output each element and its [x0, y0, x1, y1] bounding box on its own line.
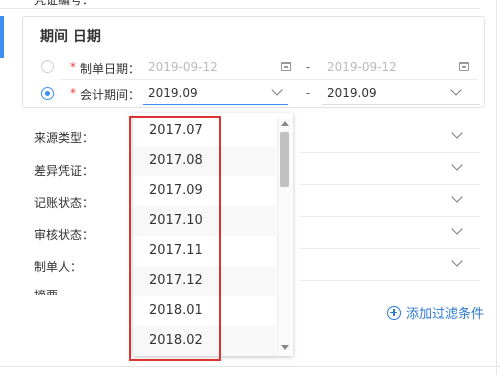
period-option[interactable]: 2017.09	[133, 176, 276, 206]
period-option[interactable]: 2018.02	[133, 326, 276, 356]
filter-posting-status-label: 记账状态：	[34, 196, 95, 210]
account-period-label: 会计期间：	[80, 88, 141, 102]
required-mark: *	[70, 60, 76, 74]
scrollbar-thumb[interactable]	[280, 132, 289, 187]
make-date-to-input[interactable]: 2019-09-12	[327, 60, 397, 74]
make-date-label: 制单日期：	[80, 62, 141, 76]
input-underline	[322, 104, 480, 105]
chevron-down-icon[interactable]	[451, 191, 463, 203]
calendar-icon[interactable]	[459, 62, 469, 71]
add-filter-label: 添加过滤条件	[406, 307, 485, 322]
period-option[interactable]: 2017.11	[133, 236, 276, 266]
scroll-down-arrow-icon[interactable]	[281, 345, 289, 350]
divider	[0, 8, 480, 9]
range-dash: -	[306, 86, 311, 100]
account-period-radio[interactable]	[41, 87, 54, 100]
filter-diff-voucher-label: 差异凭证：	[34, 164, 95, 178]
make-date-from-input[interactable]: 2019-09-12	[148, 60, 218, 74]
active-input-underline	[143, 104, 288, 105]
filter-source-type-label: 来源类型：	[34, 131, 95, 145]
divider	[0, 366, 500, 367]
period-option[interactable]: 2017.12	[133, 266, 276, 296]
account-period-from-select[interactable]: 2019.09	[148, 86, 198, 100]
date-section-title: 期间 日期	[40, 29, 101, 45]
range-dash: -	[306, 60, 311, 74]
divider	[300, 248, 480, 249]
chevron-down-icon[interactable]	[451, 255, 463, 267]
scroll-up-arrow-icon[interactable]	[281, 121, 289, 126]
period-option[interactable]: 2017.07	[133, 116, 276, 146]
period-dropdown[interactable]: 2017.07 2017.08 2017.09 2017.10 2017.11 …	[133, 113, 293, 356]
required-mark: *	[70, 86, 76, 100]
add-filter-button[interactable]: 添加过滤条件	[387, 303, 484, 322]
divider	[300, 184, 480, 185]
make-date-radio[interactable]	[41, 60, 54, 73]
voucher-number-label-cut: 凭证编号：	[34, 0, 95, 7]
divider	[300, 152, 480, 153]
chevron-down-icon[interactable]	[451, 223, 463, 235]
filter-audit-status-label: 审核状态：	[34, 228, 95, 242]
chevron-down-icon[interactable]	[451, 127, 463, 139]
period-option[interactable]: 2017.10	[133, 206, 276, 236]
divider	[300, 280, 480, 281]
chevron-down-icon[interactable]	[451, 159, 463, 171]
active-section-indicator	[0, 16, 4, 58]
calendar-icon[interactable]	[281, 62, 291, 71]
divider	[60, 79, 478, 80]
plus-circle-icon	[387, 305, 401, 320]
filter-summary-label-cut: 摘要	[34, 287, 58, 295]
filter-creator-label: 制单人：	[34, 260, 83, 274]
panel-edge	[496, 0, 497, 375]
period-option[interactable]: 2018.01	[133, 296, 276, 326]
period-option[interactable]: 2017.08	[133, 146, 276, 176]
account-period-to-select[interactable]: 2019.09	[327, 86, 377, 100]
divider	[300, 216, 480, 217]
